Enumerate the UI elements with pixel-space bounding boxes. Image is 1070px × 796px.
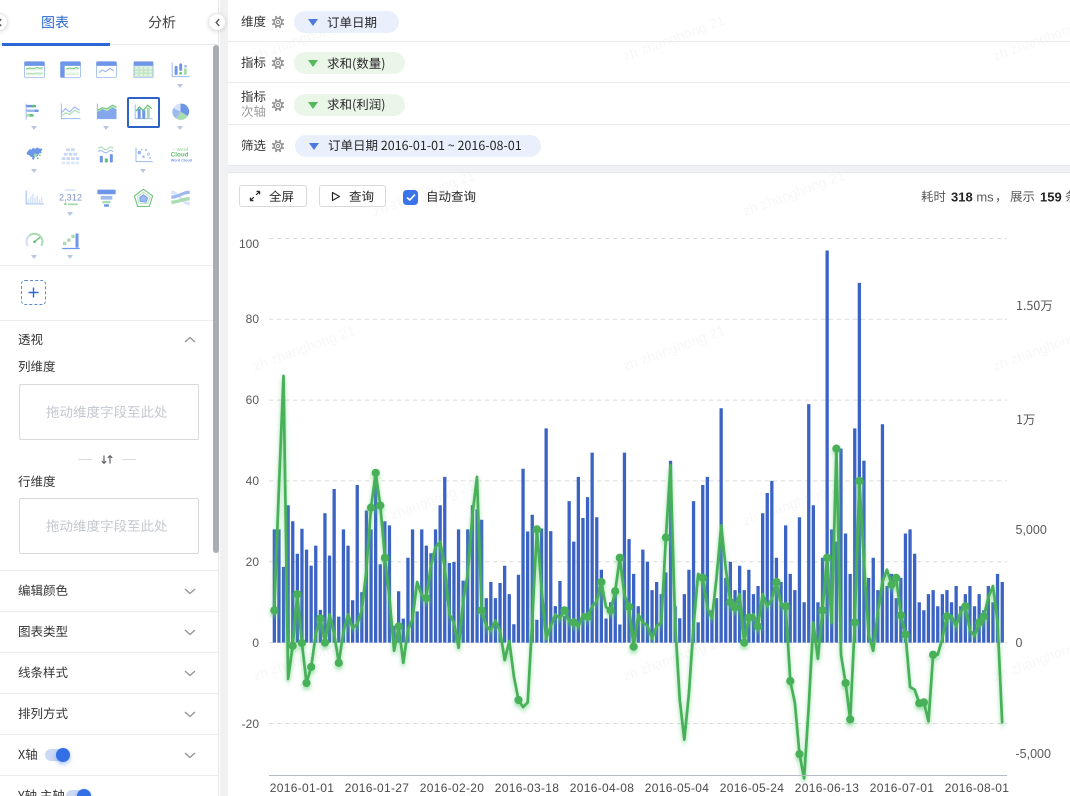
svg-text:Word Cloud: Word Cloud [170,159,192,163]
svg-text:2,312: 2,312 [59,192,82,202]
svg-text:Cloud: Cloud [170,152,188,159]
